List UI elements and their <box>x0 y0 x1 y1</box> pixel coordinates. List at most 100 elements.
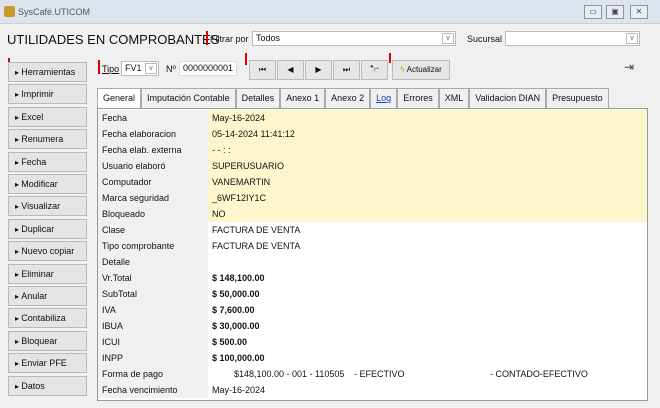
tab-log[interactable]: Log <box>370 88 398 108</box>
chevron-down-icon: v <box>145 63 157 74</box>
field-label: Vr.Total <box>98 270 208 286</box>
field-value[interactable]: May-16-2024 <box>208 110 647 126</box>
tab-bar: General Imputación Contable Detalles Anexo … <box>97 88 609 109</box>
tab-general[interactable]: General <box>97 88 142 109</box>
sidebar-button-eliminar[interactable]: Eliminar <box>8 263 87 284</box>
sidebar-button-visualizar[interactable]: Visualizar <box>8 196 87 217</box>
field-row: Bloqueado NO <box>98 206 647 222</box>
filter-select[interactable]: Todos v <box>252 31 456 46</box>
sidebar-button-bloquear[interactable]: Bloquear <box>8 330 87 351</box>
sidebar-button-modificar[interactable]: Modificar <box>8 174 87 194</box>
binoculars-icon[interactable]: 🔭 <box>361 60 388 80</box>
field-row: Clase FACTURA DE VENTA <box>98 222 647 238</box>
refresh-label: Actualizar <box>406 65 442 74</box>
field-row: Marca seguridad _6WF12IY1C <box>98 190 647 206</box>
refresh-button[interactable]: ϟ Actualizar <box>392 60 450 80</box>
num-label: Nº <box>166 64 176 74</box>
close-button[interactable]: ✕ <box>630 5 648 19</box>
maximize-button[interactable]: ▣ <box>606 5 624 19</box>
field-label: Detalle <box>98 254 208 270</box>
field-label: Marca seguridad <box>98 190 208 206</box>
field-label: IBUA <box>98 318 208 334</box>
field-row: Forma de pago $148,100.00 - 001 - 110505-… <box>98 366 647 382</box>
payment-type: - CONTADO-EFECTIVO <box>490 369 588 379</box>
field-label: Usuario elaboró <box>98 158 208 174</box>
field-value: $ 100,000.00 <box>212 353 265 363</box>
filter-label: Filtrar por <box>210 34 249 44</box>
tab-errores[interactable]: Errores <box>397 88 439 108</box>
field-value: $ 50,000.00 <box>212 289 260 299</box>
tab-presupuesto[interactable]: Presupuesto <box>546 88 609 108</box>
field-value[interactable]: _6WF12IY1C <box>208 190 647 206</box>
sidebar-button-anular[interactable]: Anular <box>8 286 87 306</box>
sidebar-button-renumera[interactable]: Renumera <box>8 129 87 150</box>
field-label: Tipo comprobante <box>98 238 208 254</box>
marker <box>206 31 208 45</box>
field-row: ICUI $ 500.00 <box>98 334 647 350</box>
sidebar-button-nuevo-copiar[interactable]: Nuevo copiar <box>8 241 87 262</box>
tab-validacion-dian[interactable]: Validacion DIAN <box>469 88 547 108</box>
last-button[interactable]: ⏭ <box>333 60 360 80</box>
sidebar-button-datos[interactable]: Datos <box>8 375 87 396</box>
sidebar-button-enviar-pfe[interactable]: Enviar PFE <box>8 353 87 374</box>
field-value: $ 500.00 <box>212 337 248 347</box>
page-title: UTILIDADES EN COMPROBANTES <box>7 32 220 47</box>
sidebar-button-excel[interactable]: Excel <box>8 106 87 127</box>
next-button[interactable]: ▶ <box>305 60 332 80</box>
app-icon <box>4 6 15 17</box>
field-label: INPP <box>98 350 208 366</box>
field-value[interactable]: SUPERUSUARIO <box>208 158 647 174</box>
field-label: Fecha elab. externa <box>98 142 208 158</box>
field-row: SubTotal $ 50,000.00 <box>98 286 647 302</box>
field-value[interactable]: - - : : <box>208 142 647 158</box>
tab-xml[interactable]: XML <box>438 88 470 108</box>
window-title: SysCafé.UTICOM <box>18 7 91 17</box>
lightning-icon: ϟ <box>400 65 405 74</box>
tab-imputación-contable[interactable]: Imputación Contable <box>141 88 236 108</box>
sucursal-label: Sucursal <box>467 34 503 44</box>
field-row: Fecha elab. externa - - : : <box>98 142 647 158</box>
field-label: Computador <box>98 174 208 190</box>
filter-value: Todos <box>256 33 281 43</box>
minimize-button[interactable]: ▭ <box>584 5 602 19</box>
general-panel: Fecha May-16-2024 Fecha elaboracion 05-14-2… <box>97 108 648 401</box>
sidebar-button-fecha[interactable]: Fecha <box>8 151 87 172</box>
marker <box>389 53 391 63</box>
exit-icon[interactable]: ⇥ <box>624 60 634 74</box>
field-label: Forma de pago <box>98 366 208 382</box>
field-row: Computador VANEMARTIN <box>98 174 647 190</box>
sidebar-button-imprimir[interactable]: Imprimir <box>8 84 87 105</box>
field-label: Clase <box>98 222 208 238</box>
tipo-value: FV1 <box>125 63 142 73</box>
field-value: FACTURA DE VENTA <box>212 225 301 235</box>
tab-anexo-2[interactable]: Anexo 2 <box>325 88 371 108</box>
tipo-select[interactable]: FV1 v <box>121 61 159 76</box>
sidebar-button-contabiliza[interactable]: Contabiliza <box>8 308 87 329</box>
field-value[interactable]: VANEMARTIN <box>208 174 647 190</box>
field-row: Fecha elaboracion 05-14-2024 11:41:12 <box>98 126 647 142</box>
sidebar-button-herramientas[interactable]: Herramientas <box>8 62 87 82</box>
marker <box>98 60 100 74</box>
payment-method: - EFECTIVO <box>354 369 405 379</box>
field-label: Fecha <box>98 110 208 126</box>
number-input[interactable]: 0000000001 <box>179 61 237 76</box>
tab-detalles[interactable]: Detalles <box>235 88 281 108</box>
title-bar: SysCafé.UTICOM ▭ ▣ ✕ <box>0 0 660 24</box>
field-value: FACTURA DE VENTA <box>212 241 301 251</box>
prev-button[interactable]: ◀ <box>277 60 304 80</box>
field-value: $ 7,600.00 <box>212 305 255 315</box>
field-value: May-16-2024 <box>212 385 266 395</box>
tab-anexo-1[interactable]: Anexo 1 <box>280 88 326 108</box>
field-label: Fecha vencimiento <box>98 382 208 398</box>
sucursal-select[interactable]: v <box>505 31 640 46</box>
field-value: $ 148,100.00 <box>212 273 265 283</box>
field-label: Bloqueado <box>98 206 208 222</box>
field-value[interactable]: 05-14-2024 11:41:12 <box>208 126 647 142</box>
sidebar-button-duplicar[interactable]: Duplicar <box>8 218 87 239</box>
field-row: IBUA $ 30,000.00 <box>98 318 647 334</box>
marker <box>245 53 247 65</box>
field-row: IVA $ 7,600.00 <box>98 302 647 318</box>
tipo-label: Tipo <box>102 64 120 74</box>
field-value[interactable]: NO <box>208 206 647 222</box>
first-button[interactable]: ⏮ <box>249 60 276 80</box>
